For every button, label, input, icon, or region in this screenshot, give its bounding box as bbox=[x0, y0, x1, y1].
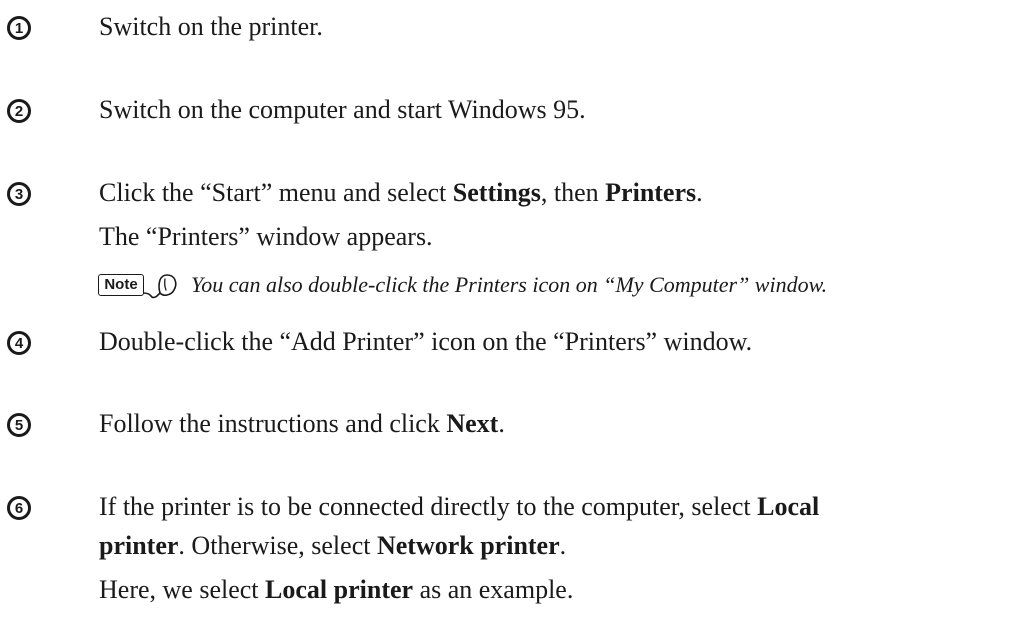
step-2-text: Switch on the computer and start Windows… bbox=[99, 95, 586, 124]
step-number-1: 1 bbox=[7, 16, 31, 40]
step-3-text-line-1: Click the “Start” menu and select Settin… bbox=[99, 178, 703, 207]
step-4-text: Double-click the “Add Printer” icon on t… bbox=[99, 327, 753, 356]
printer-keyword: printer bbox=[99, 531, 179, 560]
printers-keyword: Printers bbox=[605, 178, 697, 207]
network-printer-keyword: Network printer bbox=[376, 531, 560, 560]
step-number-5: 5 bbox=[7, 413, 31, 437]
step-number-3: 3 bbox=[7, 182, 31, 206]
step-5-text: Follow the instructions and click Next. bbox=[99, 409, 505, 438]
step-number-2: 2 bbox=[7, 99, 31, 123]
local-printer-keyword: Local printer bbox=[265, 575, 414, 604]
step-6-text-line-1: If the printer is to be connected direct… bbox=[99, 492, 820, 521]
next-keyword: Next bbox=[446, 409, 499, 438]
note-text: You can also double-click the Printers i… bbox=[191, 272, 828, 297]
step-6-text-line-3: Here, we select Local printer as an exam… bbox=[99, 575, 574, 604]
step-1-text: Switch on the printer. bbox=[99, 12, 323, 41]
note-badge: Note bbox=[98, 274, 144, 296]
step-6-text-line-2: printer. Otherwise, select Network print… bbox=[99, 531, 567, 560]
step-number-6: 6 bbox=[7, 496, 31, 520]
settings-keyword: Settings bbox=[452, 178, 541, 207]
local-keyword: Local bbox=[757, 492, 820, 521]
step-3-text-line-2: The “Printers” window appears. bbox=[99, 222, 433, 251]
step-number-4: 4 bbox=[7, 331, 31, 355]
note-hand-icon bbox=[143, 274, 177, 299]
